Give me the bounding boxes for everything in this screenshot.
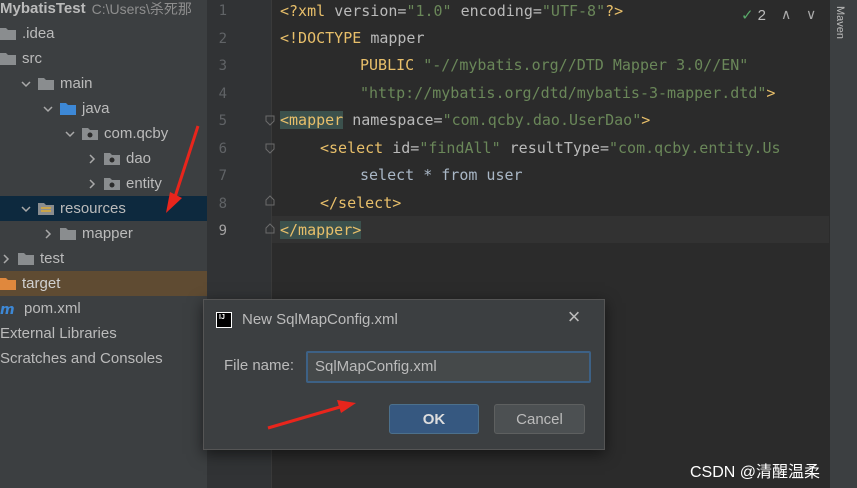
annotation-arrows bbox=[166, 125, 356, 430]
arrow-to-input bbox=[267, 400, 356, 430]
csdn-watermark: CSDN @清醒温柔 bbox=[690, 464, 821, 481]
arrow-to-resources bbox=[166, 125, 200, 213]
